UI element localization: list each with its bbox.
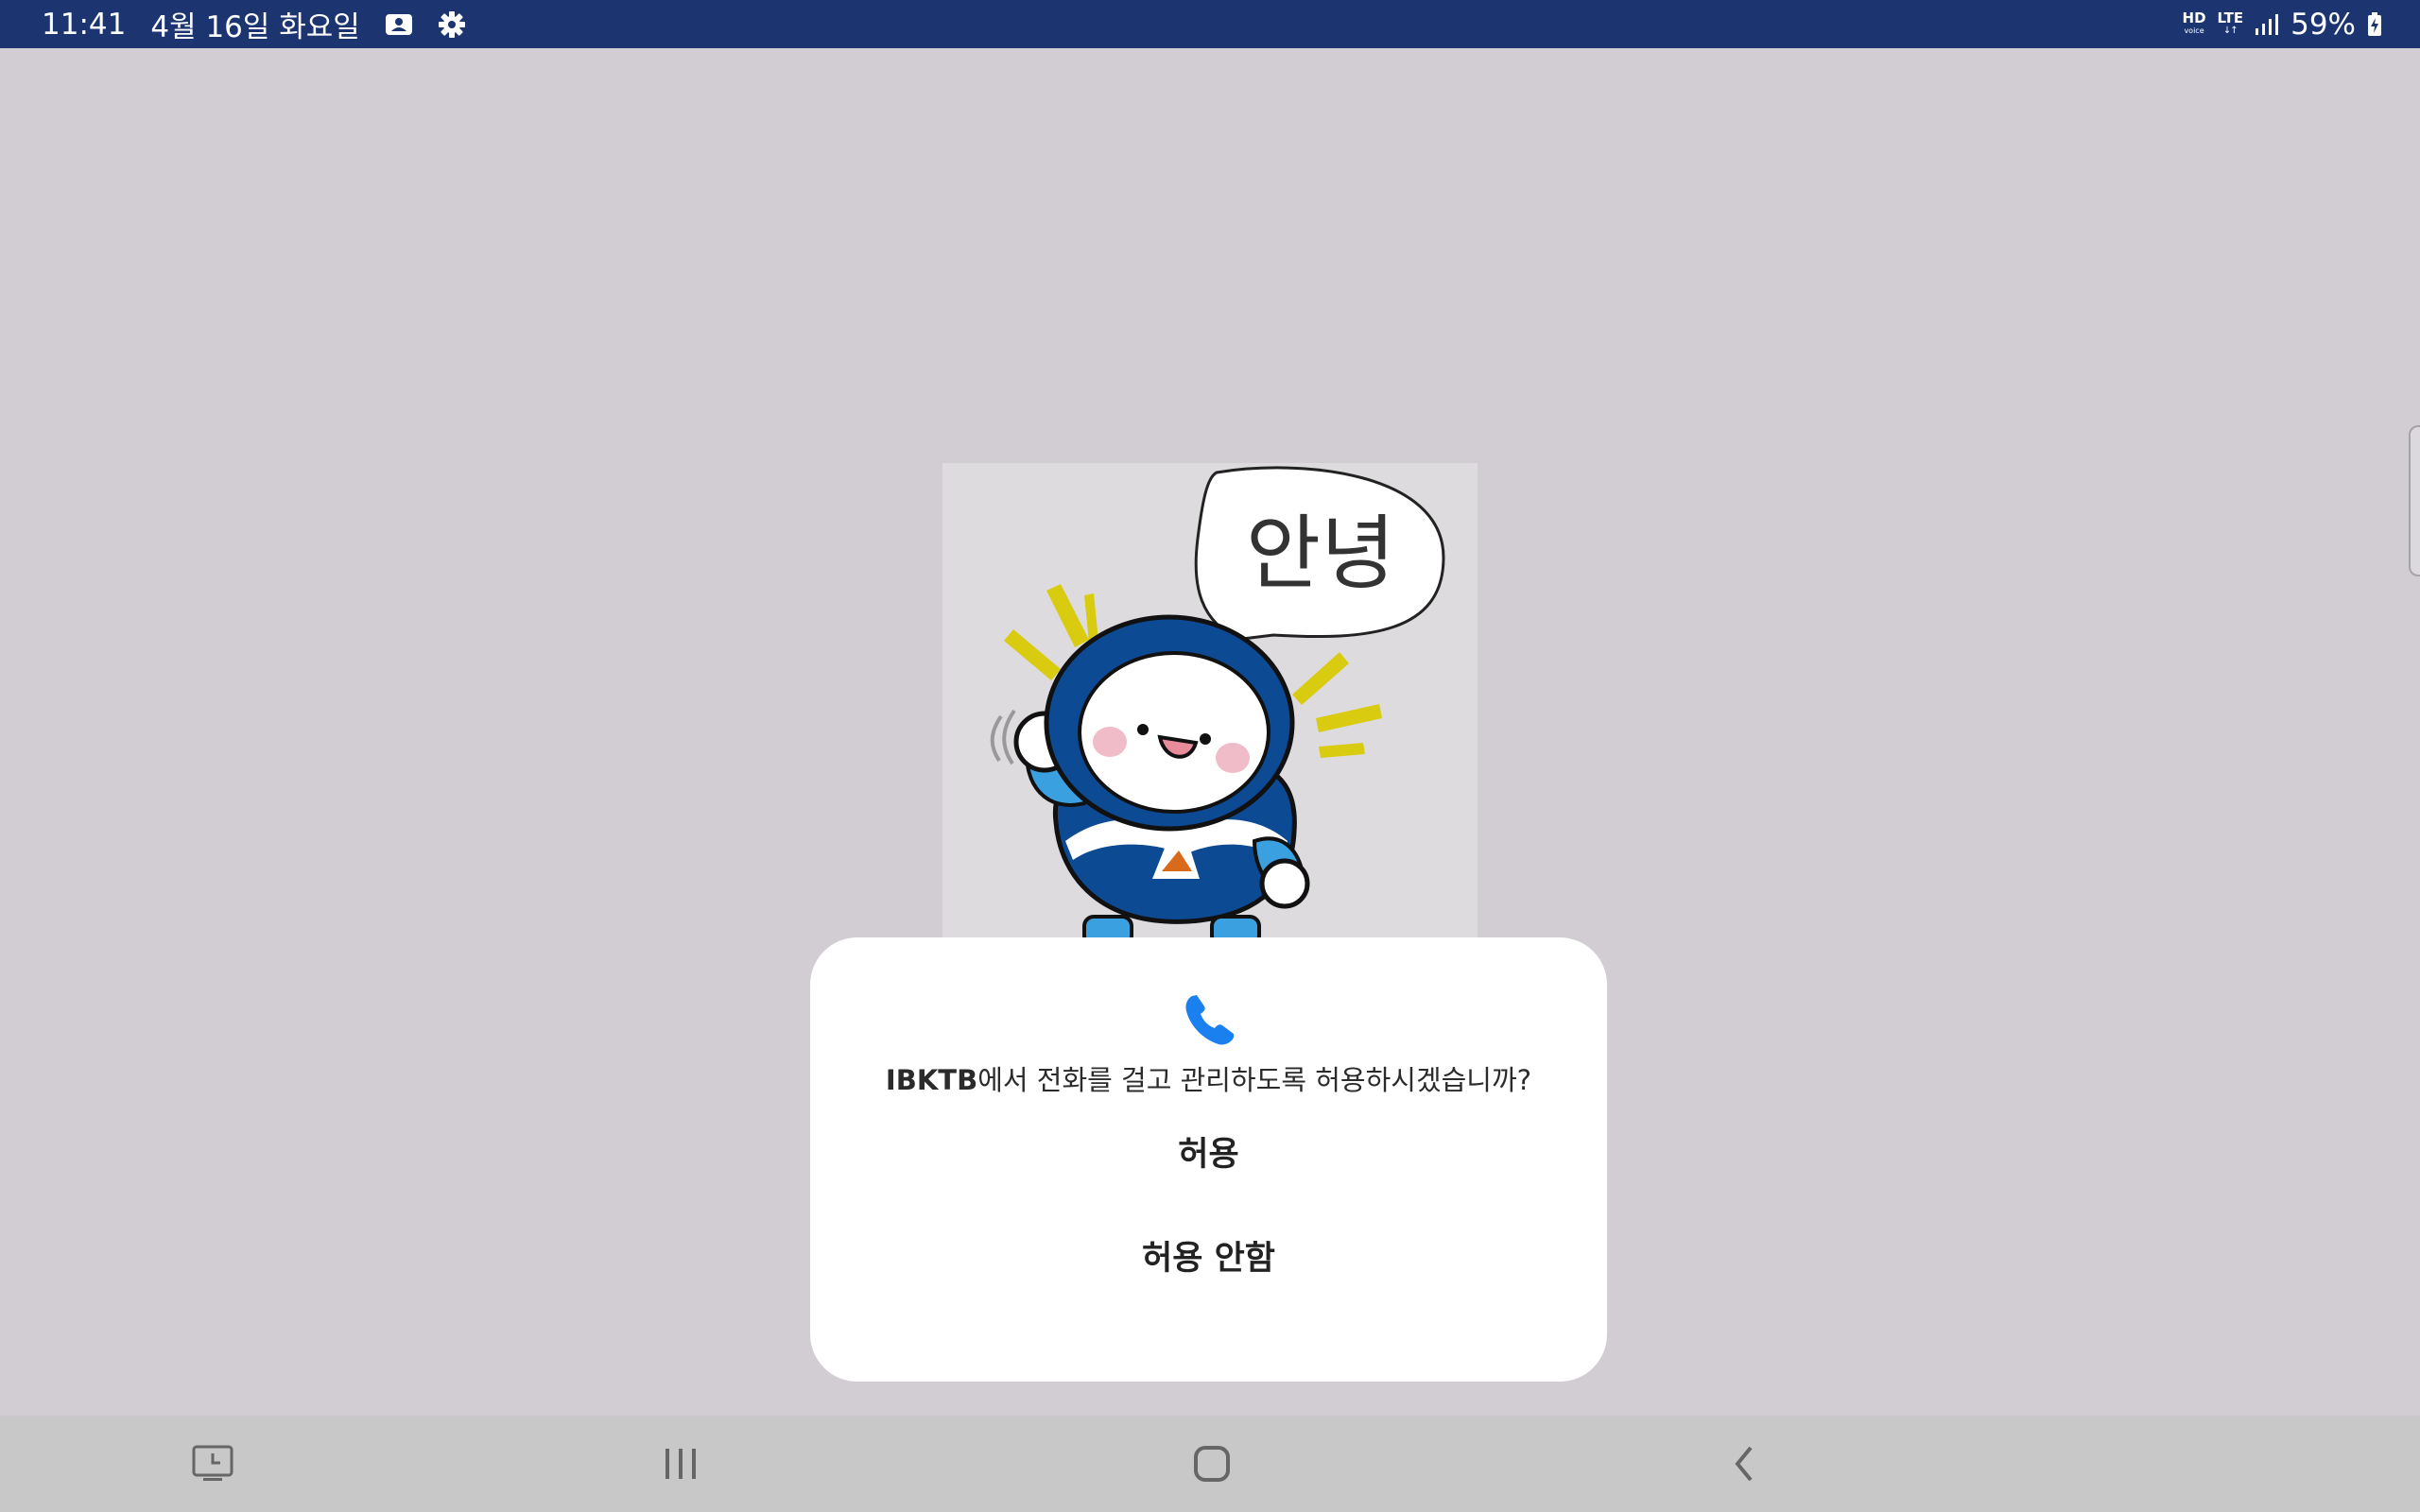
permission-message-text: 에서 전화를 걸고 관리하도록 허용하시겠습니까?: [977, 1064, 1532, 1096]
lte-icon: LTE ↓↑: [2217, 9, 2244, 36]
app-name: IBKTB: [885, 1064, 978, 1096]
status-bar: 11:41 4월 16일 화요일 HD voice LTE ↓↑ 59%: [0, 0, 2420, 48]
screenshot-notification-icon: [385, 11, 413, 38]
battery-percent: 59%: [2290, 7, 2356, 42]
hd-voice-icon: HD voice: [2182, 9, 2206, 35]
navigation-bar: [0, 1416, 2420, 1512]
recent-apps-clock-icon[interactable]: [170, 1433, 255, 1495]
clock: 11:41: [42, 7, 127, 42]
speech-bubble-text: 안녕: [1246, 507, 1395, 601]
battery-charging-icon: [2367, 11, 2382, 37]
permission-message: IBKTB에서 전화를 걸고 관리하도록 허용하시겠습니까?: [810, 1058, 1607, 1098]
settings-gear-icon: [438, 10, 466, 39]
recents-icon[interactable]: [638, 1433, 723, 1495]
permission-dialog: IBKTB에서 전화를 걸고 관리하도록 허용하시겠습니까? 허용 허용 안함: [810, 937, 1607, 1382]
phone-icon: [1181, 992, 1237, 1049]
edge-panel-handle[interactable]: [2409, 425, 2420, 576]
back-icon[interactable]: [1702, 1433, 1787, 1495]
home-icon[interactable]: [1169, 1433, 1254, 1495]
deny-button[interactable]: 허용 안함: [810, 1221, 1607, 1297]
allow-button[interactable]: 허용: [810, 1117, 1607, 1193]
date: 4월 16일 화요일: [150, 10, 360, 44]
signal-icon: [2255, 13, 2279, 36]
mascot-illustration: 안녕: [942, 463, 1478, 937]
